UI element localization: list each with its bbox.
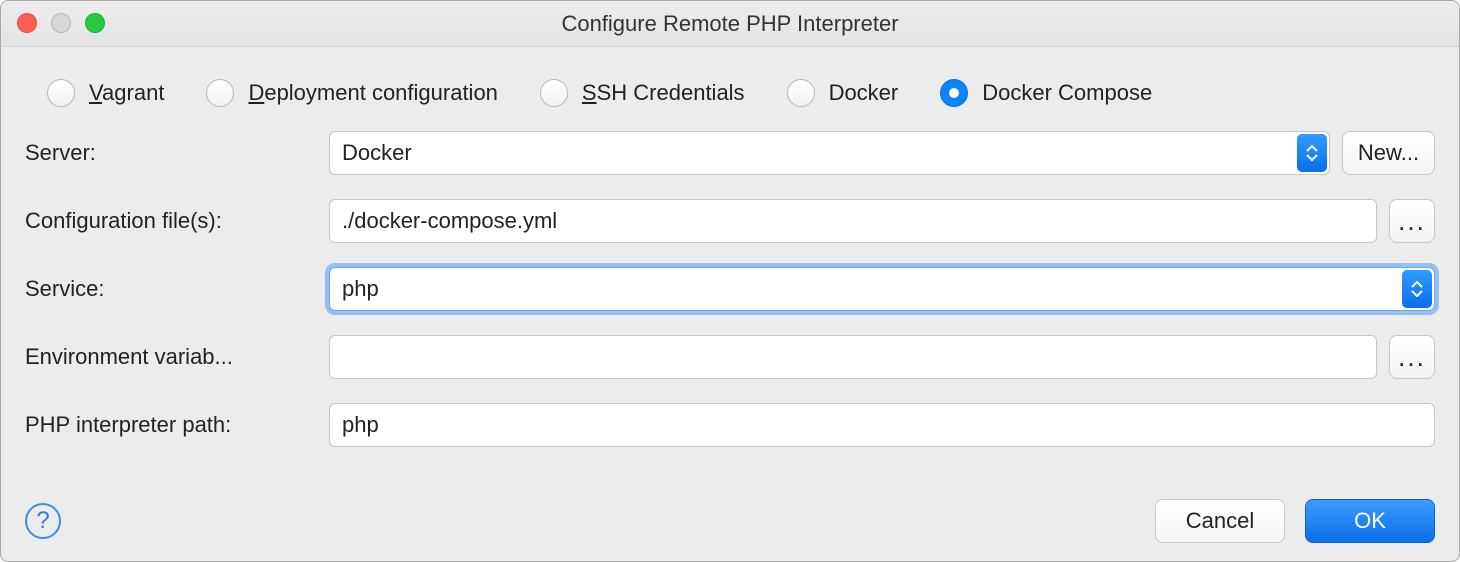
- form: Server: Docker New... Configuration file…: [25, 131, 1435, 447]
- radio-label: Vagrant: [89, 80, 164, 106]
- browse-env-button[interactable]: ...: [1389, 335, 1435, 379]
- config-files-label: Configuration file(s):: [25, 208, 315, 234]
- interpreter-type-radios: Vagrant Deployment configuration SSH Cre…: [25, 69, 1435, 131]
- help-button[interactable]: ?: [25, 503, 61, 539]
- dialog-window: Configure Remote PHP Interpreter Vagrant…: [0, 0, 1460, 562]
- radio-button-icon: [47, 79, 75, 107]
- window-title: Configure Remote PHP Interpreter: [561, 11, 898, 37]
- dialog-footer: ? Cancel OK: [1, 485, 1459, 561]
- dropdown-stepper-icon: [1402, 270, 1432, 308]
- radio-button-selected-icon: [940, 79, 968, 107]
- cancel-button[interactable]: Cancel: [1155, 499, 1285, 543]
- radio-label: Docker: [829, 80, 899, 106]
- service-value: php: [342, 276, 1394, 302]
- new-server-button[interactable]: New...: [1342, 131, 1435, 175]
- window-controls: [17, 13, 105, 33]
- titlebar: Configure Remote PHP Interpreter: [1, 1, 1459, 47]
- env-vars-input[interactable]: [329, 335, 1377, 379]
- radio-button-icon: [787, 79, 815, 107]
- dialog-content: Vagrant Deployment configuration SSH Cre…: [1, 47, 1459, 485]
- close-window-button[interactable]: [17, 13, 37, 33]
- service-label: Service:: [25, 276, 315, 302]
- minimize-window-button[interactable]: [51, 13, 71, 33]
- radio-docker[interactable]: Docker: [787, 79, 899, 107]
- server-select[interactable]: Docker: [329, 131, 1330, 175]
- service-select[interactable]: php: [329, 267, 1435, 311]
- env-vars-label: Environment variab...: [25, 344, 315, 370]
- php-path-input[interactable]: [329, 403, 1435, 447]
- radio-vagrant[interactable]: Vagrant: [47, 79, 164, 107]
- server-value: Docker: [342, 140, 1289, 166]
- server-label: Server:: [25, 140, 315, 166]
- radio-label: SSH Credentials: [582, 80, 745, 106]
- ok-button[interactable]: OK: [1305, 499, 1435, 543]
- radio-button-icon: [540, 79, 568, 107]
- radio-label: Docker Compose: [982, 80, 1152, 106]
- php-path-label: PHP interpreter path:: [25, 412, 315, 438]
- browse-config-button[interactable]: ...: [1389, 199, 1435, 243]
- dropdown-stepper-icon: [1297, 134, 1327, 172]
- radio-deployment[interactable]: Deployment configuration: [206, 79, 497, 107]
- radio-ssh[interactable]: SSH Credentials: [540, 79, 745, 107]
- radio-label: Deployment configuration: [248, 80, 497, 106]
- config-files-input[interactable]: [329, 199, 1377, 243]
- radio-docker-compose[interactable]: Docker Compose: [940, 79, 1152, 107]
- radio-button-icon: [206, 79, 234, 107]
- zoom-window-button[interactable]: [85, 13, 105, 33]
